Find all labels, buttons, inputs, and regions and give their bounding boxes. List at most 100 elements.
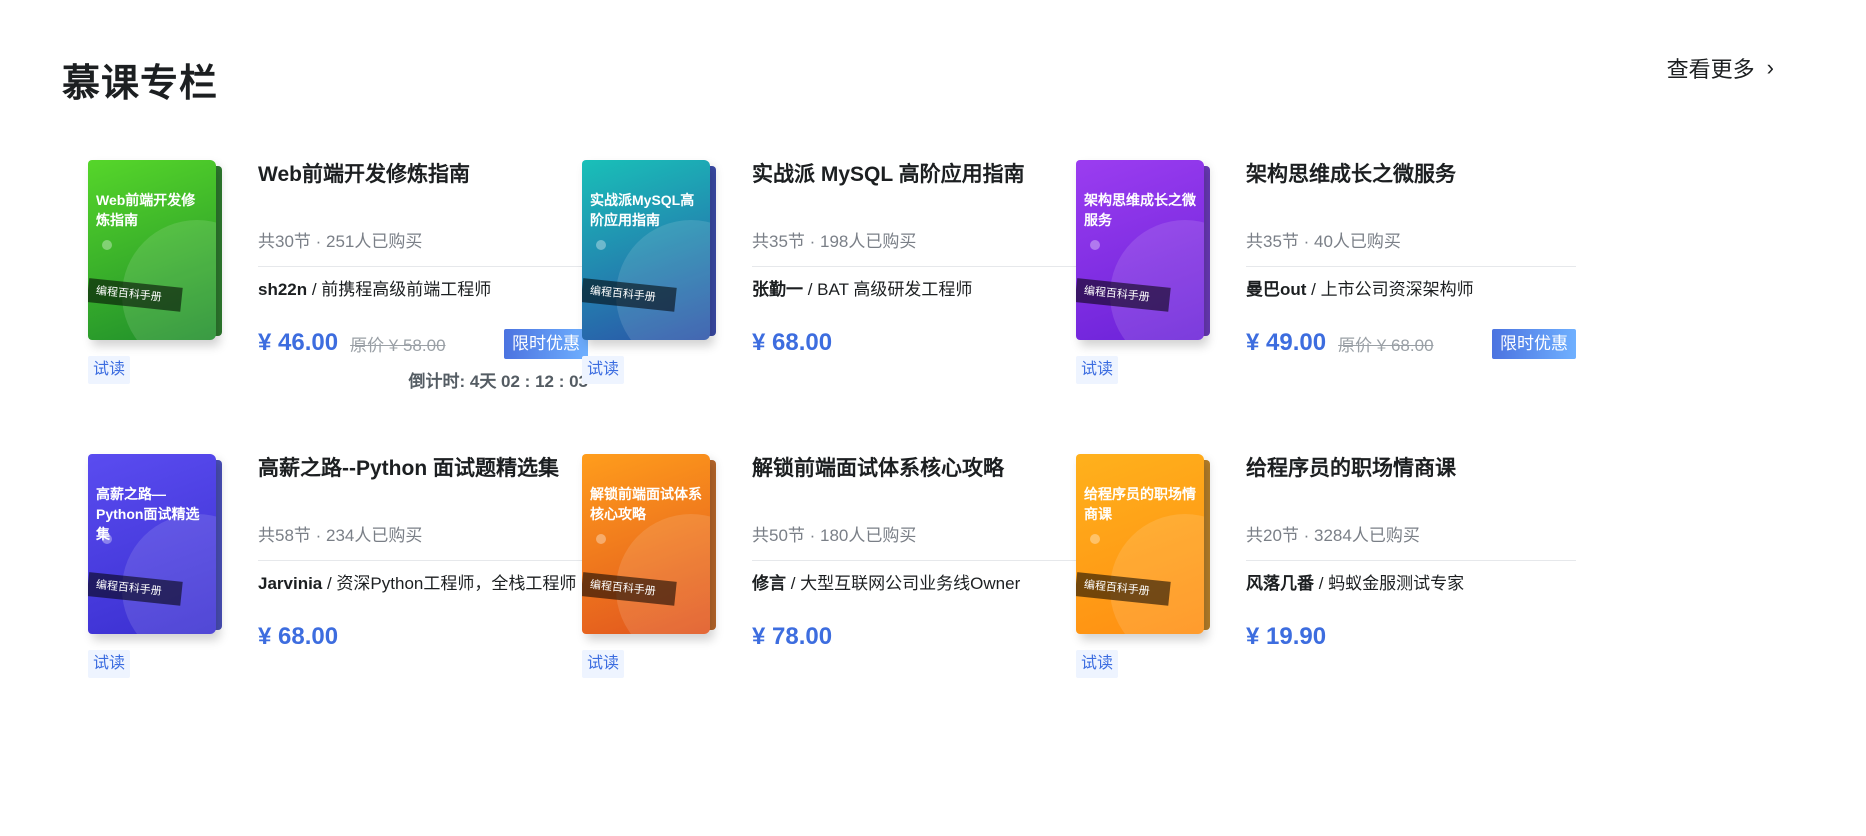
- original-price: 原价 ¥ 58.00: [350, 335, 446, 355]
- trial-read-button[interactable]: 试读: [88, 356, 130, 384]
- course-title[interactable]: 高薪之路--Python 面试题精选集: [258, 454, 588, 484]
- author-name: sh22n: [258, 280, 308, 299]
- course-stats: 共35节 · 198人已购买: [752, 232, 917, 251]
- price: ¥ 19.90: [1246, 623, 1327, 650]
- author-name: 曼巴out: [1246, 280, 1307, 299]
- author-line: sh22n / 前携程高级前端工程师: [258, 277, 588, 303]
- book-cover[interactable]: 高薪之路—Python面试精选集 编程百科手册: [88, 454, 222, 634]
- author-line: Jarvinia / 资深Python工程师，全栈工程师: [258, 571, 588, 597]
- price-row: ¥ 46.00 原价 ¥ 58.00 限时优惠: [258, 327, 588, 359]
- cover-band: 编程百科手册: [582, 572, 677, 606]
- view-more-link[interactable]: 查看更多 ›: [1667, 52, 1774, 84]
- countdown-timer: 倒计时: 4天 02 : 12 : 03: [408, 372, 588, 391]
- course-title[interactable]: 解锁前端面试体系核心攻略: [752, 454, 1082, 484]
- author-title: / 大型互联网公司业务线Owner: [786, 574, 1021, 593]
- view-more-label: 查看更多: [1666, 57, 1755, 82]
- divider: [258, 560, 588, 561]
- price-row: ¥ 49.00 原价 ¥ 68.00 限时优惠: [1246, 327, 1576, 359]
- book-cover[interactable]: Web前端开发修炼指南 编程百科手册: [88, 160, 222, 340]
- course-grid: Web前端开发修炼指南 编程百科手册 试读 Web前端开发修炼指南 共30节 ·…: [88, 160, 1788, 790]
- course-card[interactable]: 架构思维成长之微服务 编程百科手册 试读 架构思维成长之微服务 共35节 · 4…: [1076, 160, 1596, 470]
- price: ¥ 46.00: [258, 329, 339, 356]
- book-cover-face: 高薪之路—Python面试精选集 编程百科手册: [88, 454, 216, 634]
- cover-title: 实战派MySQL高阶应用指南: [590, 192, 695, 228]
- book-cover[interactable]: 给程序员的职场情商课 编程百科手册: [1076, 454, 1210, 634]
- course-stats: 共50节 · 180人已购买: [752, 526, 917, 545]
- book-cover-face: Web前端开发修炼指南 编程百科手册: [88, 160, 216, 340]
- course-stats: 共30节 · 251人已购买: [258, 232, 423, 251]
- author-line: 风落几番 / 蚂蚁金服测试专家: [1246, 571, 1576, 597]
- book-cover-face: 解锁前端面试体系核心攻略 编程百科手册: [582, 454, 710, 634]
- book-cover[interactable]: 解锁前端面试体系核心攻略 编程百科手册: [582, 454, 716, 634]
- author-title: / 蚂蚁金服测试专家: [1314, 574, 1465, 593]
- course-card[interactable]: 实战派MySQL高阶应用指南 编程百科手册 试读 实战派 MySQL 高阶应用指…: [582, 160, 1102, 470]
- price-row: ¥ 78.00: [752, 621, 1082, 653]
- course-info: 给程序员的职场情商课 共20节 · 3284人已购买 风落几番 / 蚂蚁金服测试…: [1246, 454, 1576, 653]
- book-cover[interactable]: 架构思维成长之微服务 编程百科手册: [1076, 160, 1210, 340]
- course-card[interactable]: 给程序员的职场情商课 编程百科手册 试读 给程序员的职场情商课 共20节 · 3…: [1076, 454, 1596, 764]
- cover-title: 解锁前端面试体系核心攻略: [590, 486, 702, 522]
- trial-read-button[interactable]: 试读: [582, 650, 624, 678]
- divider: [752, 266, 1082, 267]
- author-name: 张勤一: [752, 280, 803, 299]
- course-info: 解锁前端面试体系核心攻略 共50节 · 180人已购买 修言 / 大型互联网公司…: [752, 454, 1082, 653]
- book-cover[interactable]: 实战派MySQL高阶应用指南 编程百科手册: [582, 160, 716, 340]
- column-section: 慕课专栏 查看更多 › Web前端开发修炼指南 编程百科手册 试读 Web前端开…: [0, 0, 1866, 836]
- price-row: ¥ 19.90: [1246, 621, 1576, 653]
- author-line: 张勤一 / BAT 高级研发工程师: [752, 277, 1082, 303]
- divider: [258, 266, 588, 267]
- price: ¥ 78.00: [752, 623, 833, 650]
- price-row: ¥ 68.00: [258, 621, 588, 653]
- course-info: 高薪之路--Python 面试题精选集 共58节 · 234人已购买 Jarvi…: [258, 454, 588, 653]
- divider: [1246, 560, 1576, 561]
- price: ¥ 68.00: [258, 623, 339, 650]
- course-card[interactable]: Web前端开发修炼指南 编程百科手册 试读 Web前端开发修炼指南 共30节 ·…: [88, 160, 608, 470]
- author-line: 修言 / 大型互联网公司业务线Owner: [752, 571, 1082, 597]
- section-header: 慕课专栏 查看更多 ›: [62, 52, 1804, 112]
- author-title: / 前携程高级前端工程师: [307, 280, 492, 299]
- section-title: 慕课专栏: [62, 63, 219, 105]
- divider: [752, 560, 1082, 561]
- book-cover-face: 架构思维成长之微服务 编程百科手册: [1076, 160, 1204, 340]
- price: ¥ 49.00: [1246, 329, 1327, 356]
- author-name: 修言: [752, 574, 786, 593]
- cover-band: 编程百科手册: [1076, 278, 1171, 312]
- price: ¥ 68.00: [752, 329, 833, 356]
- cover-band: 编程百科手册: [88, 572, 183, 606]
- cover-title: 高薪之路—Python面试精选集: [96, 486, 200, 542]
- course-card[interactable]: 高薪之路—Python面试精选集 编程百科手册 试读 高薪之路--Python …: [88, 454, 608, 764]
- author-name: Jarvinia: [258, 574, 323, 593]
- promo-badge: 限时优惠: [1492, 329, 1576, 359]
- course-stats: 共35节 · 40人已购买: [1246, 232, 1401, 251]
- promo-badge: 限时优惠: [504, 329, 588, 359]
- course-stats: 共58节 · 234人已购买: [258, 526, 423, 545]
- course-info: Web前端开发修炼指南 共30节 · 251人已购买 sh22n / 前携程高级…: [258, 160, 588, 392]
- author-title: / 资深Python工程师，全栈工程师: [322, 574, 577, 593]
- course-card[interactable]: 解锁前端面试体系核心攻略 编程百科手册 试读 解锁前端面试体系核心攻略 共50节…: [582, 454, 1102, 764]
- author-title: / 上市公司资深架构师: [1306, 280, 1474, 299]
- cover-band: 编程百科手册: [582, 278, 677, 312]
- course-stats: 共20节 · 3284人已购买: [1246, 526, 1420, 545]
- chevron-right-icon: ›: [1766, 55, 1774, 80]
- cover-title: 架构思维成长之微服务: [1084, 192, 1196, 228]
- trial-read-button[interactable]: 试读: [1076, 650, 1118, 678]
- cover-title: Web前端开发修炼指南: [96, 192, 196, 228]
- author-line: 曼巴out / 上市公司资深架构师: [1246, 277, 1576, 303]
- course-title[interactable]: 架构思维成长之微服务: [1246, 160, 1576, 190]
- trial-read-button[interactable]: 试读: [88, 650, 130, 678]
- trial-read-button[interactable]: 试读: [1076, 356, 1118, 384]
- cover-band: 编程百科手册: [1076, 572, 1171, 606]
- divider: [1246, 266, 1576, 267]
- course-title[interactable]: 实战派 MySQL 高阶应用指南: [752, 160, 1082, 190]
- cover-title: 给程序员的职场情商课: [1084, 486, 1196, 522]
- course-info: 架构思维成长之微服务 共35节 · 40人已购买 曼巴out / 上市公司资深架…: [1246, 160, 1576, 359]
- course-title[interactable]: Web前端开发修炼指南: [258, 160, 588, 190]
- course-title[interactable]: 给程序员的职场情商课: [1246, 454, 1576, 484]
- course-info: 实战派 MySQL 高阶应用指南 共35节 · 198人已购买 张勤一 / BA…: [752, 160, 1082, 359]
- book-cover-face: 给程序员的职场情商课 编程百科手册: [1076, 454, 1204, 634]
- original-price: 原价 ¥ 68.00: [1338, 335, 1434, 355]
- price-row: ¥ 68.00: [752, 327, 1082, 359]
- trial-read-button[interactable]: 试读: [582, 356, 624, 384]
- book-cover-face: 实战派MySQL高阶应用指南 编程百科手册: [582, 160, 710, 340]
- author-title: / BAT 高级研发工程师: [803, 280, 973, 299]
